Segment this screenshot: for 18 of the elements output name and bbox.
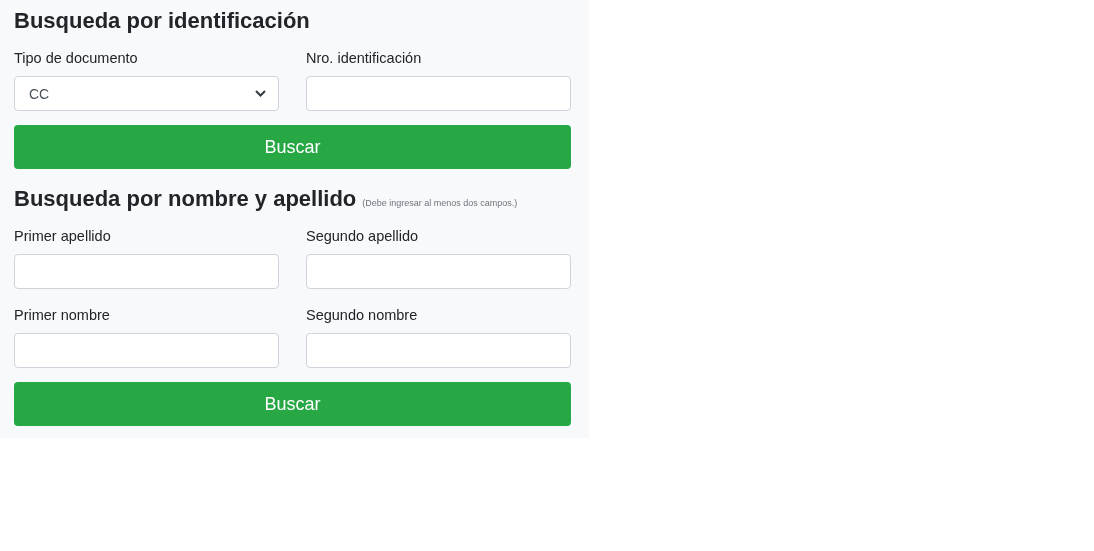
field-label: Segundo apellido	[306, 227, 419, 246]
field-label: Primer nombre	[14, 306, 110, 325]
section-title: Busqueda por identificación	[14, 7, 310, 34]
field-label: Nro. identificación	[306, 49, 422, 68]
input-field[interactable]	[14, 333, 279, 368]
field-label: Segundo nombre	[306, 306, 418, 325]
field-label: Primer apellido	[14, 227, 111, 246]
chevron-down-icon	[255, 90, 266, 97]
input-field[interactable]	[306, 254, 571, 289]
document-type-select[interactable]: CC	[14, 76, 279, 111]
search-button[interactable]: Buscar	[14, 125, 571, 169]
field-label: Tipo de documento	[14, 49, 138, 68]
search-button[interactable]: Buscar	[14, 382, 571, 426]
input-field[interactable]	[306, 333, 571, 368]
input-field[interactable]	[306, 76, 571, 111]
section-title: Busqueda por nombre y apellido	[14, 185, 357, 212]
hint-text: (Debe ingresar al menos dos campos.)	[362, 198, 518, 208]
input-field[interactable]	[14, 254, 279, 289]
